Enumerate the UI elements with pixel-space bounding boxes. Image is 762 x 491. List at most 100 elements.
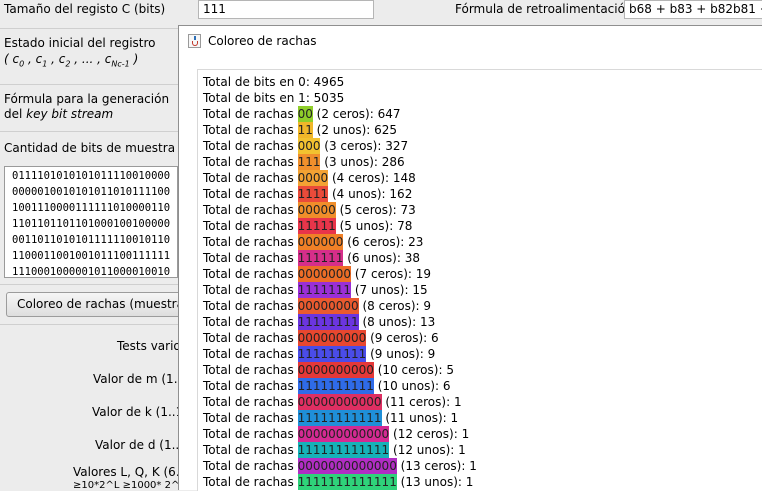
run-row-label: Total de rachas [203, 155, 298, 169]
bits-line: 0111101010101011110010000 [12, 170, 171, 182]
run-description: (13 ceros): [396, 459, 470, 473]
run-count: 5 [446, 363, 454, 377]
run-row-label: Total de rachas [203, 315, 298, 329]
valor-m-label: Valor de m (1..1 [93, 372, 189, 386]
valores-lqk-label-2: ≥10*2^L ≥1000* 2^ [73, 480, 180, 491]
formula-gen-label: Fórmula para la generación [4, 92, 170, 106]
run-bits-swatch: 000000000000 [297, 426, 390, 442]
bits-textarea[interactable]: 0111101010101011110010000 00000100101010… [4, 166, 178, 278]
run-description: (5 unos): [335, 219, 398, 233]
run-row: Total de rachas 000 (3 ceros): 327 [203, 138, 408, 154]
run-description: (9 unos): [366, 347, 428, 361]
run-row-label: Total de rachas [203, 427, 298, 441]
run-bits-swatch: 0000000 [297, 266, 352, 282]
run-description: (7 unos): [351, 283, 413, 297]
run-count: 647 [377, 107, 401, 121]
run-description: (6 unos): [343, 251, 405, 265]
run-row: Total de rachas 0000000000000 (13 ceros)… [203, 458, 477, 474]
run-count: 6 [442, 379, 451, 393]
java-icon [188, 34, 201, 48]
run-row-label: Total de rachas [203, 331, 298, 345]
run-bits-swatch: 111111111111 [297, 442, 390, 458]
run-description: (3 unos): [320, 155, 382, 169]
run-description: (5 ceros): [335, 203, 401, 217]
total-bits-row: Total de bits en 0: 4965 [203, 74, 344, 90]
coloreo-rachas-button[interactable]: Coloreo de rachas (muestra) [6, 292, 186, 317]
run-row-label: Total de rachas [203, 267, 298, 281]
total-bits-label: Total de bits en 1: [203, 91, 314, 105]
run-description: (11 unos): [381, 411, 451, 425]
run-bits-swatch: 11111111111 [297, 410, 382, 426]
run-count: 78 [397, 219, 413, 233]
run-row-label: Total de rachas [203, 139, 298, 153]
run-row-label: Total de rachas [203, 363, 298, 377]
run-row-label: Total de rachas [203, 443, 298, 457]
run-row: Total de rachas 000000000 (9 ceros): 6 [203, 330, 439, 346]
run-row: Total de rachas 111111111 (9 unos): 9 [203, 346, 435, 362]
run-row-label: Total de rachas [203, 283, 298, 297]
run-row-label: Total de rachas [203, 123, 298, 137]
run-count: 1 [461, 427, 470, 441]
run-count: 23 [408, 235, 424, 249]
run-row-label: Total de rachas [203, 203, 298, 217]
run-count: 15 [412, 283, 428, 297]
run-count: 1 [465, 475, 474, 489]
bits-line: 1101101101101000100100000 [12, 218, 171, 230]
run-bits-swatch: 11111 [297, 218, 336, 234]
run-description: (2 ceros): [312, 107, 378, 121]
separator [0, 324, 178, 325]
run-row: Total de rachas 111 (3 unos): 286 [203, 154, 405, 170]
run-row-label: Total de rachas [203, 219, 298, 233]
run-row-label: Total de rachas [203, 107, 298, 121]
run-bits-swatch: 111111 [297, 250, 344, 266]
run-description: (2 unos): [312, 123, 375, 137]
run-row: Total de rachas 00000000000 (11 ceros): … [203, 394, 462, 410]
run-row-label: Total de rachas [203, 171, 298, 185]
run-row: Total de rachas 00 (2 ceros): 647 [203, 106, 401, 122]
run-description: (9 ceros): [366, 331, 432, 345]
run-bits-swatch: 000000000 [297, 330, 367, 346]
run-bits-swatch: 1111111111111 [297, 474, 397, 490]
run-count: 19 [415, 267, 432, 281]
bits-line: 0000010010101011010111100 [12, 186, 171, 198]
tests-label: Tests varios [117, 339, 188, 353]
run-bits-swatch: 00000 [297, 202, 336, 218]
bits-line: 0011011010101111110010110 [12, 234, 171, 246]
coloreo-rachas-dialog: Coloreo de rachas Total de bits en 0: 49… [178, 25, 762, 491]
run-row: Total de rachas 0000000000 (10 ceros): 5 [203, 362, 454, 378]
run-row: Total de rachas 000000000000 (12 ceros):… [203, 426, 469, 442]
formula-retro-field[interactable]: b68 + b83 + b82b81 + c8 [624, 0, 762, 19]
run-description: (7 ceros): [351, 267, 416, 281]
estado-label: Estado inicial del registro [4, 36, 156, 50]
run-count: 1 [450, 411, 459, 425]
run-row: Total de rachas 111111111111 (12 unos): … [203, 442, 466, 458]
tamano-field[interactable]: 111 [198, 0, 374, 19]
run-row: Total de rachas 11111111 (8 unos): 13 [203, 314, 435, 330]
run-count: 625 [374, 123, 398, 137]
run-description: (11 ceros): [381, 395, 454, 409]
total-bits-value: 4965 [313, 75, 345, 89]
run-row: Total de rachas 1111 (4 unos): 162 [203, 186, 412, 202]
estado-formula: ( c0 , c1 , c2 , ... , cNc-1 ) [4, 52, 139, 69]
run-row: Total de rachas 111111 (6 unos): 38 [203, 250, 420, 266]
run-bits-swatch: 11 [297, 122, 313, 138]
run-description: (12 unos): [389, 443, 459, 457]
separator [0, 131, 178, 132]
run-description: (4 ceros): [328, 171, 393, 185]
run-row-label: Total de rachas [203, 411, 298, 425]
dialog-title-bar[interactable]: Coloreo de rachas [179, 26, 762, 56]
run-bits-swatch: 00 [297, 106, 313, 122]
run-row-label: Total de rachas [203, 235, 298, 249]
run-row: Total de rachas 11111 (5 unos): 78 [203, 218, 412, 234]
valores-lqk-label: Valores L, Q, K (6..1 [73, 465, 192, 479]
run-bits-swatch: 000000 [297, 234, 344, 250]
run-description: (3 ceros): [320, 139, 386, 153]
run-row-label: Total de rachas [203, 347, 298, 361]
tamano-label: Tamaño del registo C (bits) [4, 2, 166, 16]
run-row: Total de rachas 11 (2 unos): 625 [203, 122, 397, 138]
run-count: 9 [427, 347, 436, 361]
run-row-label: Total de rachas [203, 251, 298, 265]
run-description: (10 unos): [373, 379, 443, 393]
run-bits-swatch: 000 [297, 138, 321, 154]
run-bits-swatch: 111111111 [297, 346, 367, 362]
